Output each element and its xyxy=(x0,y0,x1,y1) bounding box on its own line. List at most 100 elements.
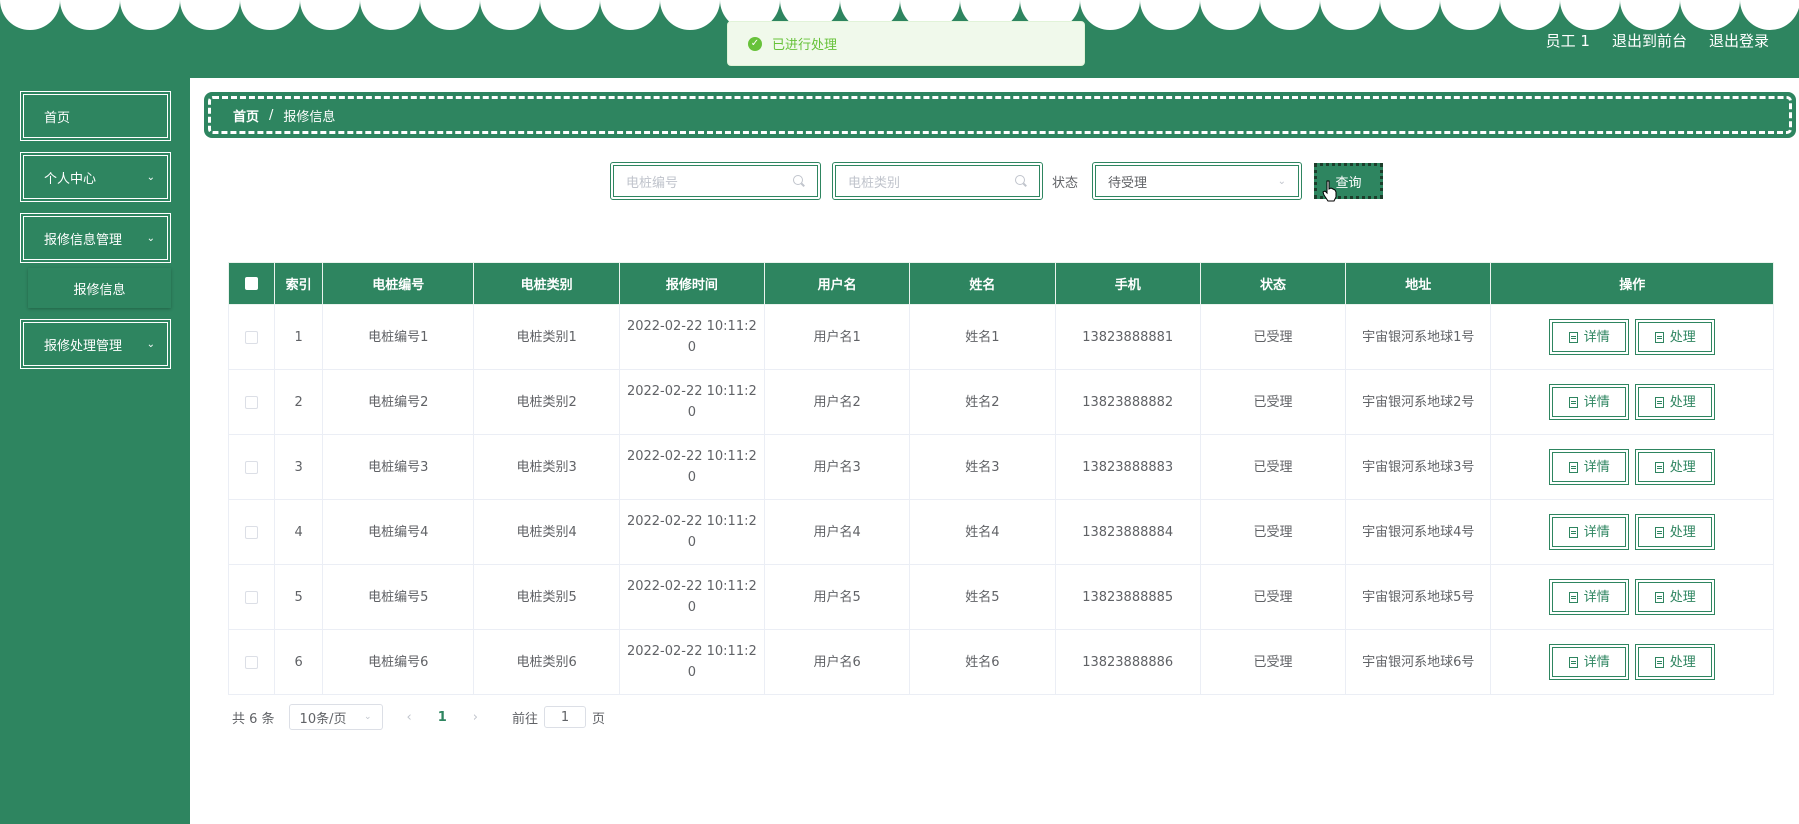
process-button[interactable]: 处理 xyxy=(1635,514,1716,550)
page-size-select[interactable]: 10条/页 ⌄ xyxy=(288,704,383,730)
logout-link[interactable]: 退出登录 xyxy=(1709,30,1769,51)
pile-number-cell: 电桩编号6 xyxy=(322,629,475,695)
pile-type-cell: 电桩类别2 xyxy=(473,369,620,435)
detail-button-label: 详情 xyxy=(1583,329,1610,345)
page-size-value: 10条/页 xyxy=(299,711,347,727)
table-row: 1 电桩编号1 电桩类别1 2022-02-22 10:11:2 0 用户名1 姓名1 138… xyxy=(227,304,1774,370)
row-checkbox[interactable] xyxy=(245,590,259,604)
detail-button[interactable]: 详情 xyxy=(1549,449,1630,485)
sidebar-item-home[interactable]: 首页 xyxy=(20,91,171,141)
user-label[interactable]: 员工 1 xyxy=(1546,30,1590,51)
sidebar-item-repair-process-mgmt[interactable]: 报修处理管理 ⌄ xyxy=(20,319,171,369)
actions-cell: 详情 处理 xyxy=(1490,369,1774,435)
status-cell: 已受理 xyxy=(1199,629,1347,695)
row-checkbox[interactable] xyxy=(245,655,259,669)
sidebar: 首页 个人中心 ⌄ 报修信息管理 ⌄ 报修信息 报修处理管理 ⌄ xyxy=(0,78,190,824)
goto-page-input[interactable]: 1 xyxy=(544,706,587,728)
toast-message: 已进行处理 xyxy=(772,38,838,53)
phone-cell: 13823888886 xyxy=(1054,629,1201,695)
chevron-down-icon: ⌄ xyxy=(146,339,155,350)
sidebar-item-label: 报修处理管理 xyxy=(44,338,123,354)
process-button-label: 处理 xyxy=(1669,459,1696,475)
address-cell: 宇宙银河系地球1号 xyxy=(1345,304,1492,370)
row-select-cell xyxy=(227,369,276,435)
username-cell: 用户名2 xyxy=(763,369,911,435)
column-header: 姓名 xyxy=(909,262,1056,305)
index-cell: 3 xyxy=(274,434,324,500)
sidebar-subitem-repair-info[interactable]: 报修信息 xyxy=(28,268,171,308)
detail-button[interactable]: 详情 xyxy=(1549,384,1630,420)
document-icon xyxy=(1568,396,1578,408)
table-row: 3 电桩编号3 电桩类别3 2022-02-22 10:11:2 0 用户名3 姓名3 138… xyxy=(227,434,1774,500)
actions-cell: 详情 处理 xyxy=(1490,304,1774,370)
row-checkbox[interactable] xyxy=(245,330,259,344)
process-button[interactable]: 处理 xyxy=(1635,579,1716,615)
chevron-down-icon: ⌄ xyxy=(146,233,155,244)
index-cell: 5 xyxy=(274,564,324,630)
back-to-front-link[interactable]: 退出到前台 xyxy=(1612,30,1687,51)
sidebar-item-personal-center[interactable]: 个人中心 ⌄ xyxy=(20,152,171,202)
phone-cell: 13823888885 xyxy=(1054,564,1201,630)
page-number[interactable]: 1 xyxy=(438,710,447,725)
column-header: 电桩编号 xyxy=(322,262,475,305)
document-icon xyxy=(1568,331,1578,343)
breadcrumb-separator: / xyxy=(269,107,274,123)
repair-time-line: 2022-02-22 10:11:2 xyxy=(626,319,757,334)
detail-button[interactable]: 详情 xyxy=(1549,514,1630,550)
detail-button-label: 详情 xyxy=(1583,394,1610,410)
pile-type-cell: 电桩类别4 xyxy=(473,499,620,565)
row-checkbox[interactable] xyxy=(245,460,259,474)
check-icon: ✓ xyxy=(748,36,762,51)
repair-time-cell: 2022-02-22 10:11:2 0 xyxy=(618,499,766,565)
pile-number-placeholder: 电桩编号 xyxy=(626,175,679,191)
actions-cell: 详情 处理 xyxy=(1490,629,1774,695)
repair-time-cell: 2022-02-22 10:11:2 0 xyxy=(618,564,766,630)
username-cell: 用户名1 xyxy=(763,304,911,370)
actions-cell: 详情 处理 xyxy=(1490,499,1774,565)
address-cell: 宇宙银河系地球3号 xyxy=(1345,434,1492,500)
pile-type-cell: 电桩类别3 xyxy=(473,434,620,500)
detail-button[interactable]: 详情 xyxy=(1549,319,1630,355)
name-cell: 姓名4 xyxy=(909,499,1056,565)
goto-label: 前往 xyxy=(512,711,539,727)
repair-time-line: 0 xyxy=(687,600,696,615)
page-suffix: 页 xyxy=(592,711,606,727)
pile-type-search-input[interactable]: 电桩类别 xyxy=(832,162,1043,200)
process-button[interactable]: 处理 xyxy=(1635,319,1716,355)
index-cell: 1 xyxy=(274,304,324,370)
prev-page-icon[interactable]: ‹ xyxy=(407,710,412,725)
name-cell: 姓名1 xyxy=(909,304,1056,370)
next-page-icon[interactable]: › xyxy=(473,710,478,725)
detail-button-label: 详情 xyxy=(1583,654,1610,670)
breadcrumb-home[interactable]: 首页 xyxy=(233,106,259,125)
row-checkbox[interactable] xyxy=(245,395,259,409)
detail-button[interactable]: 详情 xyxy=(1549,579,1630,615)
pile-number-cell: 电桩编号2 xyxy=(322,369,475,435)
document-icon xyxy=(1568,461,1578,473)
process-button[interactable]: 处理 xyxy=(1635,449,1716,485)
row-checkbox[interactable] xyxy=(245,525,259,539)
process-button[interactable]: 处理 xyxy=(1635,644,1716,680)
select-all-checkbox[interactable] xyxy=(245,277,259,290)
repair-time-cell: 2022-02-22 10:11:2 0 xyxy=(618,369,766,435)
process-button[interactable]: 处理 xyxy=(1635,384,1716,420)
repair-time-cell: 2022-02-22 10:11:2 0 xyxy=(618,304,766,370)
pile-type-placeholder: 电桩类别 xyxy=(848,175,901,191)
name-cell: 姓名6 xyxy=(909,629,1056,695)
column-header: 用户名 xyxy=(763,262,911,305)
table-row: 2 电桩编号2 电桩类别2 2022-02-22 10:11:2 0 用户名2 姓名2 138… xyxy=(227,369,1774,435)
status-select[interactable]: 待受理 ⌄ xyxy=(1092,162,1302,200)
pagination: 共 6 条 10条/页 ⌄ ‹ 1 › 前往 1 页 xyxy=(232,704,605,730)
pile-number-cell: 电桩编号5 xyxy=(322,564,475,630)
pile-number-cell: 电桩编号1 xyxy=(322,304,475,370)
detail-button[interactable]: 详情 xyxy=(1549,644,1630,680)
select-all-header[interactable] xyxy=(227,262,276,305)
sidebar-item-repair-info-mgmt[interactable]: 报修信息管理 ⌄ xyxy=(20,213,171,263)
sidebar-item-label: 首页 xyxy=(44,110,71,126)
table-header-row: 索引 电桩编号 电桩类别 报修时间 用户名 姓名 手机 状态 地址 操作 xyxy=(227,262,1774,305)
status-select-value: 待受理 xyxy=(1108,175,1148,191)
row-select-cell xyxy=(227,499,276,565)
pile-number-search-input[interactable]: 电桩编号 xyxy=(610,162,821,200)
search-icon xyxy=(793,175,805,187)
column-header: 电桩类别 xyxy=(473,262,620,305)
